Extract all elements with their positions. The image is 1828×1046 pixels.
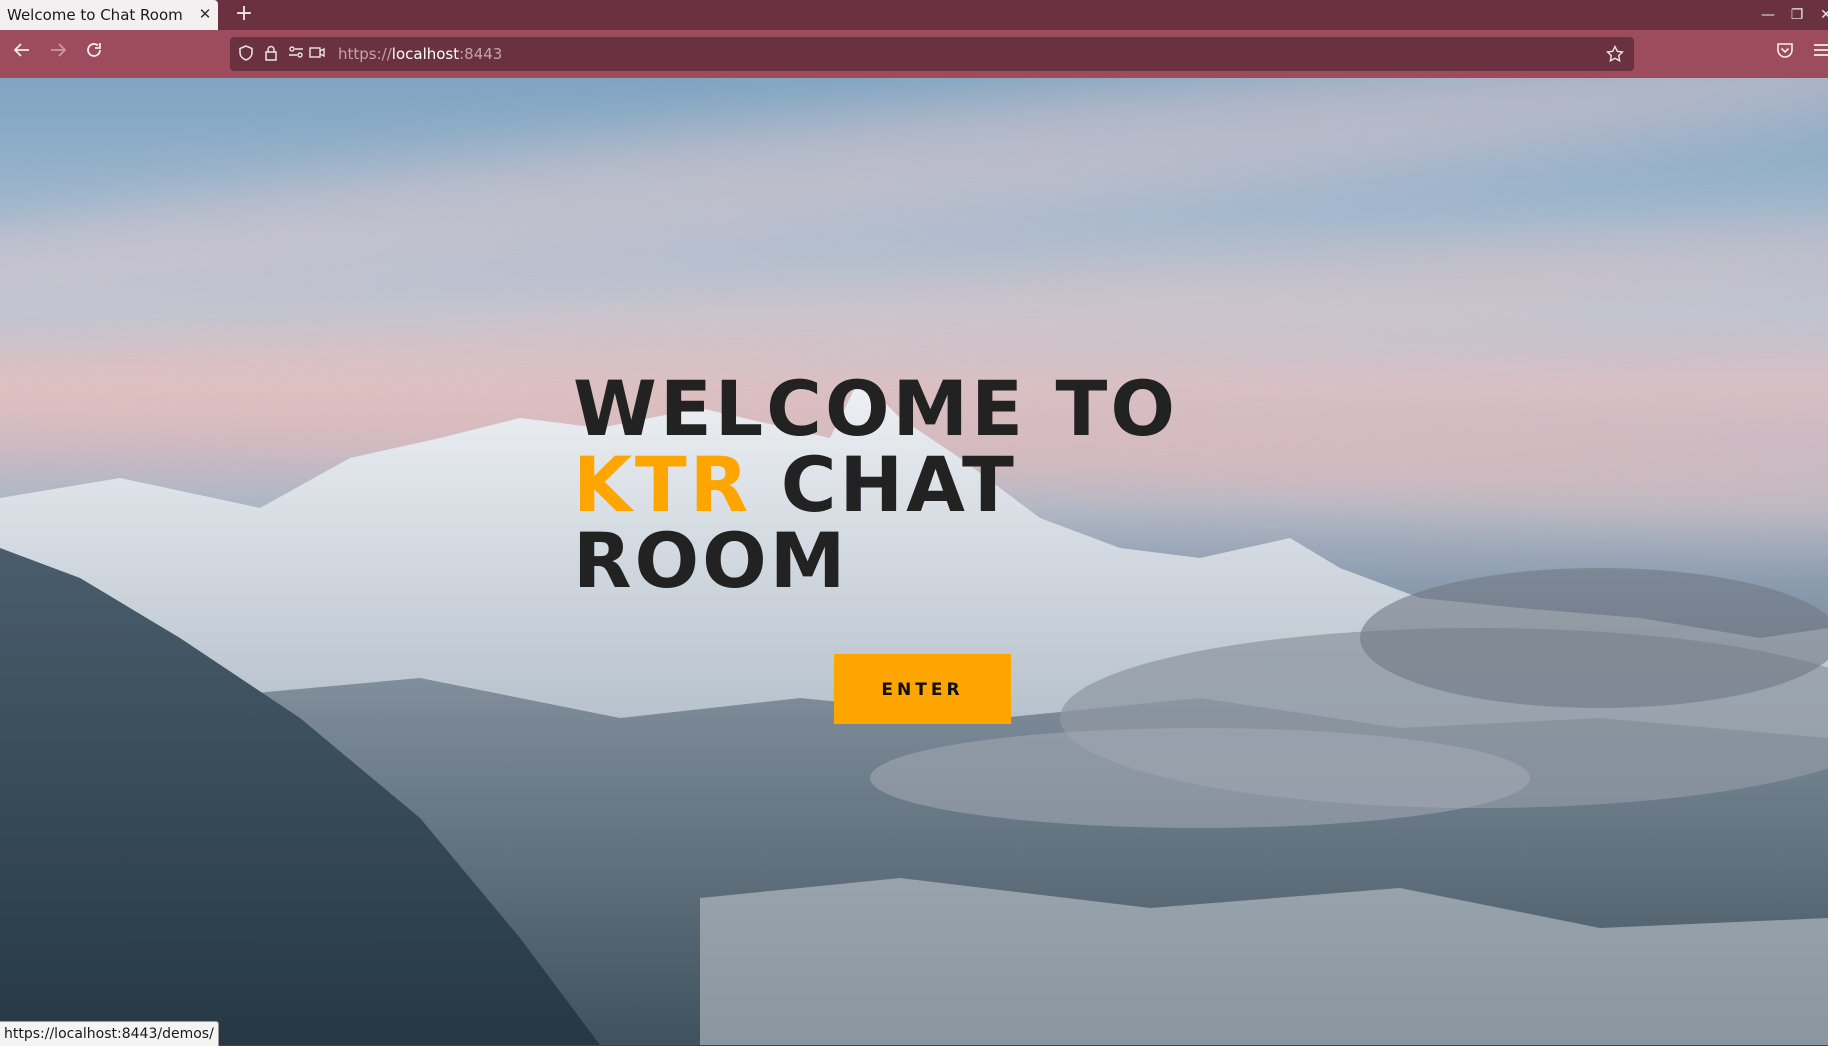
browser-tab[interactable]: Welcome to Chat Room ✕ [0, 0, 218, 30]
hero-line-1: WELCOME TO [573, 364, 1179, 453]
reload-icon[interactable] [81, 41, 107, 67]
camera-icon[interactable] [308, 45, 326, 63]
url-bar[interactable]: https://localhost:8443 [230, 37, 1634, 71]
status-url: https://localhost:8443/demos/ [0, 1021, 219, 1046]
menu-icon[interactable] [1808, 41, 1828, 67]
hero-title: WELCOME TO KTR CHAT ROOM [573, 371, 1273, 599]
close-icon[interactable]: ✕ [195, 4, 215, 24]
hero-line-2: KTR CHAT [573, 447, 1273, 523]
url-port: :8443 [459, 45, 503, 63]
tab-title: Welcome to Chat Room [7, 6, 183, 24]
nav-toolbar: https://localhost:8443 [0, 30, 1828, 78]
tab-bar: Welcome to Chat Room ✕ + — ❐ ✕ [0, 0, 1828, 30]
arrow-left-icon[interactable] [9, 41, 35, 67]
url-text[interactable]: https://localhost:8443 [338, 45, 502, 63]
hero-line-3: ROOM [573, 516, 849, 605]
restore-icon[interactable]: ❐ [1786, 4, 1808, 26]
new-tab-button[interactable]: + [232, 3, 256, 27]
shield-icon[interactable] [237, 45, 255, 63]
landing-page: WELCOME TO KTR CHAT ROOM ENTER [0, 78, 1828, 1045]
url-prefix: https:// [338, 45, 392, 63]
minimize-icon[interactable]: — [1757, 4, 1779, 26]
lock-icon[interactable] [262, 45, 280, 63]
enter-button[interactable]: ENTER [834, 654, 1011, 724]
arrow-right-icon[interactable] [45, 41, 71, 67]
bookmark-star-icon[interactable] [1605, 44, 1625, 63]
permissions-icon[interactable] [287, 45, 305, 63]
window-close-icon[interactable]: ✕ [1815, 4, 1828, 26]
pocket-icon[interactable] [1772, 41, 1798, 67]
url-host: localhost [391, 45, 460, 63]
